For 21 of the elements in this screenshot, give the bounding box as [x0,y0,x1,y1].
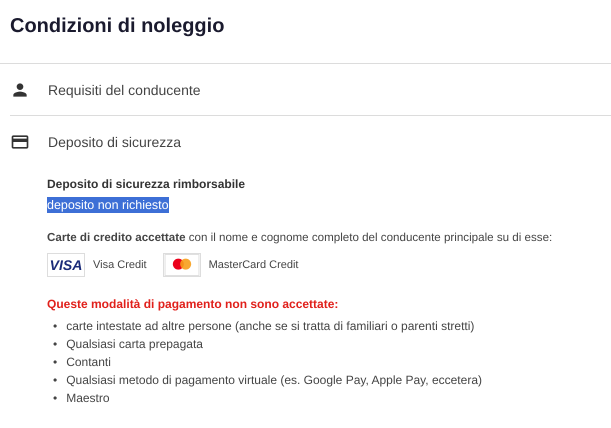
bullet: • [53,354,58,371]
list-item: Maestro [66,390,110,407]
warning-heading: Queste modalità di pagamento non sono accettate: [47,297,340,311]
bullet: • [53,390,58,407]
list-item: Contanti [66,354,111,371]
bullet: • [53,336,58,353]
card-label: MasterCard Credit [208,259,298,271]
deposit-value: deposito non richiesto [47,197,169,213]
deposit-heading: Deposito di sicurezza rimborsabile [47,177,246,191]
list-item: carte intestate ad altre persone (anche se si tratta di familiari o parenti stretti) [66,318,474,335]
section-header[interactable]: Requisiti del conducente [48,82,201,98]
section-header[interactable]: Deposito di sicurezza [48,134,182,150]
card-label: Visa Credit [93,259,147,271]
list-item: Qualsiasi carta prepagata [66,336,203,353]
cards-note: Carte di credito accettate con il nome e cognome completo del conducente principale su di esse: [47,231,554,244]
list-item: Qualsiasi metodo di pagamento virtuale (es. Google Pay, Apple Pay, eccetera) [66,372,482,389]
visa-logo: VISA [47,253,85,277]
bullet: • [53,318,58,335]
page-title: Condizioni di noleggio [9,14,226,39]
bullet: • [53,372,58,389]
mastercard-logo [162,253,201,277]
